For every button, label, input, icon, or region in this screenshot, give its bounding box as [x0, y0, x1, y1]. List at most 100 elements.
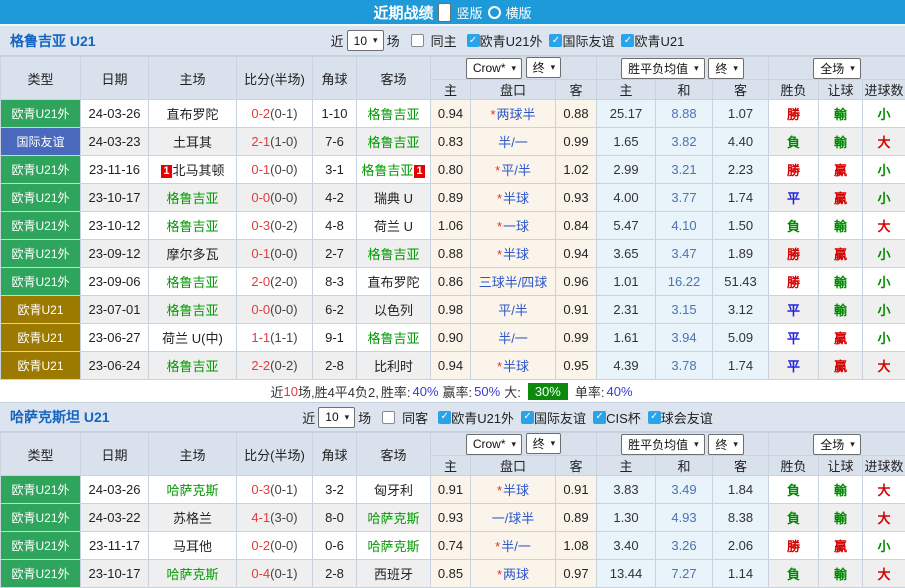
chevron-down-icon: ▾	[344, 411, 350, 422]
vertical-layout-radio[interactable]	[438, 2, 452, 22]
home-odds-cell: 0.80	[430, 155, 471, 184]
home-team-cell: 直布罗陀	[148, 99, 237, 128]
company-select[interactable]: Crow* ▾	[465, 57, 523, 79]
match-row: 欧青U21外 23-09-12 摩尔多瓦 0-1(0-0) 2-7 格鲁吉亚 0.88 *半球…	[0, 239, 905, 268]
date-cell: 23-09-12	[80, 239, 149, 268]
avg-home-cell: 3.65	[596, 239, 656, 268]
avg-group-header: 胜平负均值 ▾ 终 ▾	[595, 56, 770, 80]
col-header-date: 日期	[80, 56, 149, 100]
league-checkbox[interactable]: ✓	[438, 410, 452, 424]
score-cell: 0-4(0-1)	[236, 559, 313, 588]
near-label: 近	[302, 410, 316, 426]
final-avg-select[interactable]: 终 ▾	[708, 433, 744, 455]
half-time-score: (0-0)	[270, 538, 298, 553]
avg-draw-cell: 4.10	[655, 211, 713, 240]
home-team-name: 哈萨克斯	[166, 567, 219, 582]
handicap-result-cell: 贏	[818, 239, 864, 268]
avg-away-cell: 4.40	[711, 127, 770, 156]
col-header-odds-away: 客	[555, 455, 597, 476]
league-checkbox[interactable]: ✓	[593, 410, 607, 424]
avg-home-cell: 3.40	[596, 531, 656, 560]
avg-away-cell: 2.23	[711, 155, 770, 184]
half-time-score: (1-0)	[270, 134, 298, 149]
match-count-select[interactable]: 10 ▾	[318, 406, 356, 428]
away-team-name: 直布罗陀	[367, 275, 420, 290]
away-odds-cell: 1.08	[555, 531, 597, 560]
match-row: 欧青U21外 24-03-26 直布罗陀 0-2(0-1) 1-10 格鲁吉亚 0.94 *两…	[0, 99, 905, 128]
home-team-cell: 格鲁吉亚	[148, 183, 237, 212]
home-odds-cell: 0.89	[430, 183, 471, 212]
goals-cell: 大	[862, 503, 905, 532]
result-cell: 負	[768, 503, 820, 532]
same-away-label: 同客	[402, 410, 429, 426]
red-card-badge: 1	[161, 165, 172, 178]
result-cell: 負	[768, 127, 820, 156]
col-header-away: 客场	[356, 56, 431, 100]
big-rate-badge: 30%	[527, 382, 568, 400]
handicap-name: 一球	[503, 219, 530, 234]
near-label: 近	[330, 34, 344, 49]
check-icon: ✓	[650, 411, 659, 422]
date-cell: 24-03-26	[80, 475, 149, 504]
final-odds-select[interactable]: 终 ▾	[525, 433, 562, 455]
score-cell: 2-1(1-0)	[236, 127, 313, 156]
star-marker: *	[496, 219, 503, 234]
away-team-name: 格鲁吉亚	[361, 163, 414, 178]
georgia-matches-table: 类型 日期 主场 比分(半场) 角球 客场 Crow* ▾ 终 ▾ 胜平负均值 ▾ 终…	[0, 56, 905, 380]
avg-away-cell: 2.06	[711, 531, 770, 560]
league-checkbox[interactable]: ✓	[549, 34, 563, 47]
fulltime-select[interactable]: 全场 ▾	[813, 57, 861, 79]
result-cell: 負	[768, 475, 820, 504]
col-header-type: 类型	[0, 432, 81, 476]
away-odds-cell: 0.99	[555, 323, 597, 352]
league-checkbox[interactable]: ✓	[647, 410, 661, 424]
handicap-name: 平/半	[498, 303, 528, 318]
away-team-cell: 比利时	[356, 351, 431, 380]
horizontal-layout-radio[interactable]	[487, 5, 501, 19]
away-odds-cell: 1.02	[555, 155, 597, 184]
home-team-name: 格鲁吉亚	[166, 359, 219, 374]
away-team-name: 荷兰 U	[373, 219, 413, 234]
star-marker: *	[495, 163, 501, 178]
vertical-layout-label[interactable]: 竖版	[456, 3, 482, 22]
away-team-cell: 哈萨克斯	[356, 531, 431, 560]
company-select[interactable]: Crow* ▾	[465, 433, 523, 455]
chevron-down-icon: ▾	[694, 438, 699, 449]
avg-select[interactable]: 胜平负均值 ▾	[621, 433, 705, 455]
goals-cell: 大	[862, 127, 905, 156]
col-header-home: 主场	[148, 432, 237, 476]
full-time-score: 4-1	[251, 510, 271, 525]
avg-draw-cell: 3.49	[655, 475, 713, 504]
home-team-name: 土耳其	[172, 135, 212, 150]
same-away-checkbox[interactable]	[382, 410, 396, 424]
league-cell: 欧青U21外	[0, 99, 81, 128]
home-team-name: 马耳他	[172, 539, 212, 554]
away-team-cell: 格鲁吉亚	[356, 127, 431, 156]
handicap-result-cell: 輸	[818, 99, 864, 128]
league-checkbox[interactable]: ✓	[521, 410, 535, 424]
avg-select[interactable]: 胜平负均值 ▾	[621, 57, 705, 79]
away-odds-cell: 0.91	[555, 475, 597, 504]
away-team-cell: 以色列	[356, 295, 431, 324]
same-home-checkbox[interactable]	[410, 34, 424, 47]
horizontal-layout-label[interactable]: 横版	[506, 3, 532, 22]
home-team-cell: 格鲁吉亚	[148, 351, 237, 380]
away-team-name: 匈牙利	[373, 483, 413, 498]
match-count-select[interactable]: 10 ▾	[346, 30, 384, 51]
full-time-score: 0-0	[251, 302, 271, 317]
col-header-result: 胜负	[768, 455, 820, 476]
final-avg-select[interactable]: 终 ▾	[708, 57, 744, 79]
goals-cell: 小	[862, 267, 905, 296]
avg-away-cell: 3.12	[711, 295, 770, 324]
league-checkbox[interactable]: ✓	[621, 34, 635, 47]
fulltime-select[interactable]: 全场 ▾	[813, 433, 861, 455]
score-cell: 0-0(0-0)	[236, 183, 313, 212]
league-checkbox[interactable]: ✓	[466, 34, 480, 47]
fulltime-group-header: 全场 ▾	[768, 432, 905, 456]
avg-draw-cell: 16.22	[655, 267, 713, 296]
avg-home-cell: 5.47	[596, 211, 656, 240]
profit-rate-label: 赢率:	[442, 384, 473, 400]
match-row: 欧青U21外 23-10-17 格鲁吉亚 0-0(0-0) 4-2 瑞典 U 0.89 *半球…	[0, 183, 905, 212]
final-odds-select[interactable]: 终 ▾	[525, 57, 562, 79]
date-cell: 23-11-16	[80, 155, 149, 184]
